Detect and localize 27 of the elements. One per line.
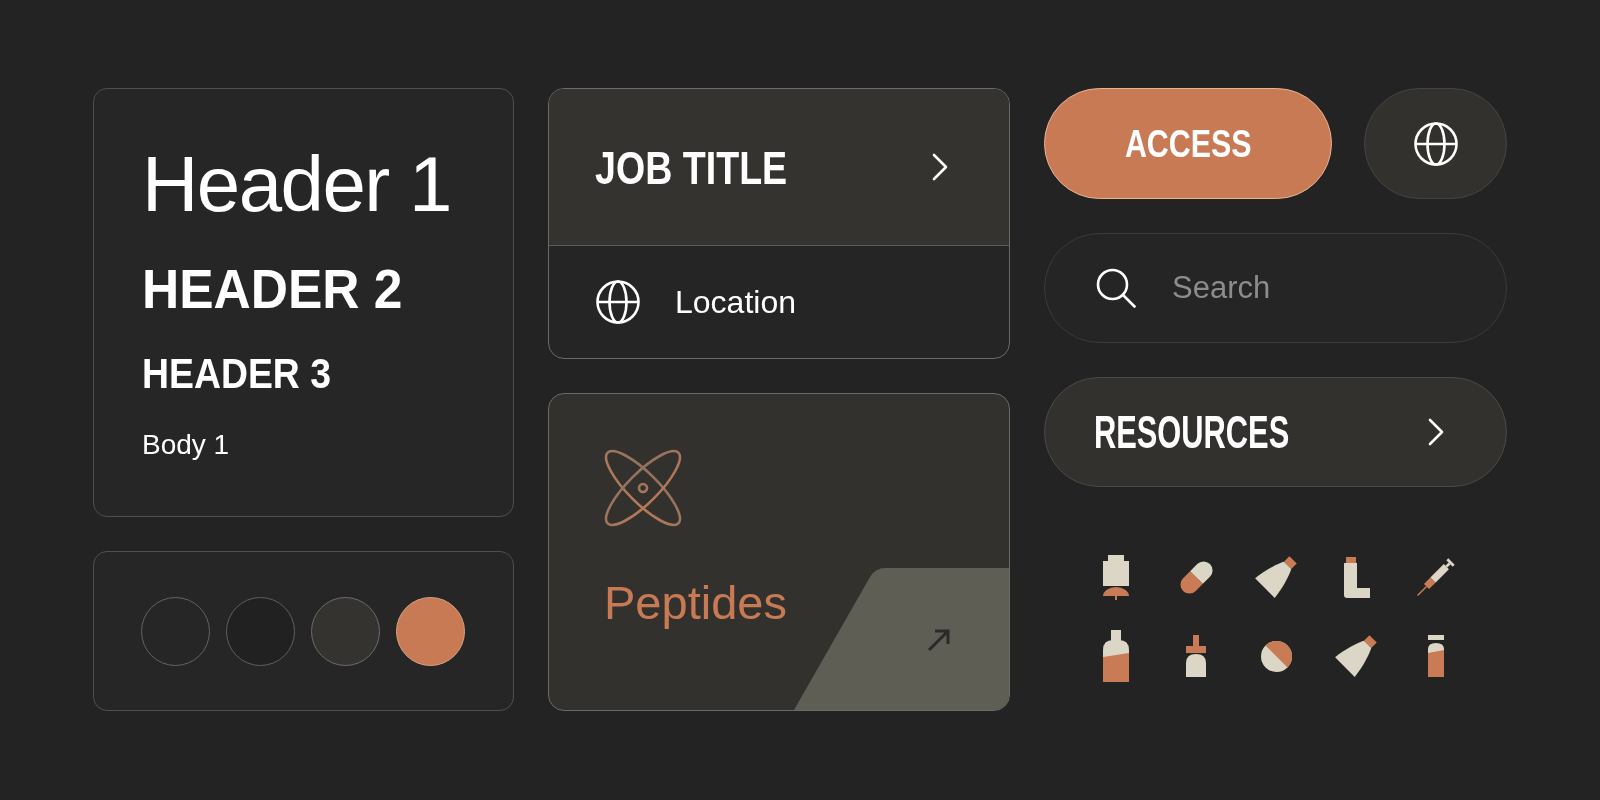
heading-medium: HEADER 2 — [142, 261, 403, 317]
inhaler-icon — [1342, 556, 1370, 598]
tube-icon — [1335, 635, 1377, 677]
job-title: JOB TITLE — [595, 143, 788, 191]
chevron-right-icon — [1428, 418, 1444, 446]
category-card[interactable]: Peptides — [548, 393, 1010, 711]
tube-icon — [1255, 556, 1297, 598]
globe-icon — [1413, 121, 1458, 166]
tablet-icon — [1260, 640, 1292, 672]
bottle-icon — [1103, 630, 1129, 682]
location-label: Location — [675, 286, 796, 318]
capsule-icon — [1179, 560, 1213, 594]
search-field[interactable]: Search — [1044, 233, 1507, 343]
atom-icon — [604, 449, 682, 527]
syringe-icon — [1417, 558, 1455, 596]
body-text: Body 1 — [142, 431, 230, 459]
chevron-right-icon — [932, 153, 948, 181]
globe-icon — [596, 280, 640, 324]
vial-icon — [1428, 635, 1444, 677]
resources-button[interactable]: RESOURCES — [1044, 377, 1507, 487]
dropper-bottle-icon — [1186, 635, 1206, 677]
heading-small: HEADER 3 — [142, 353, 332, 395]
heading-large: Header 1 — [142, 145, 451, 223]
vial-stand-icon — [1103, 554, 1129, 600]
job-card-header[interactable]: JOB TITLE — [549, 89, 1009, 246]
search-icon — [1096, 268, 1136, 308]
arrow-up-right-icon — [926, 627, 952, 653]
